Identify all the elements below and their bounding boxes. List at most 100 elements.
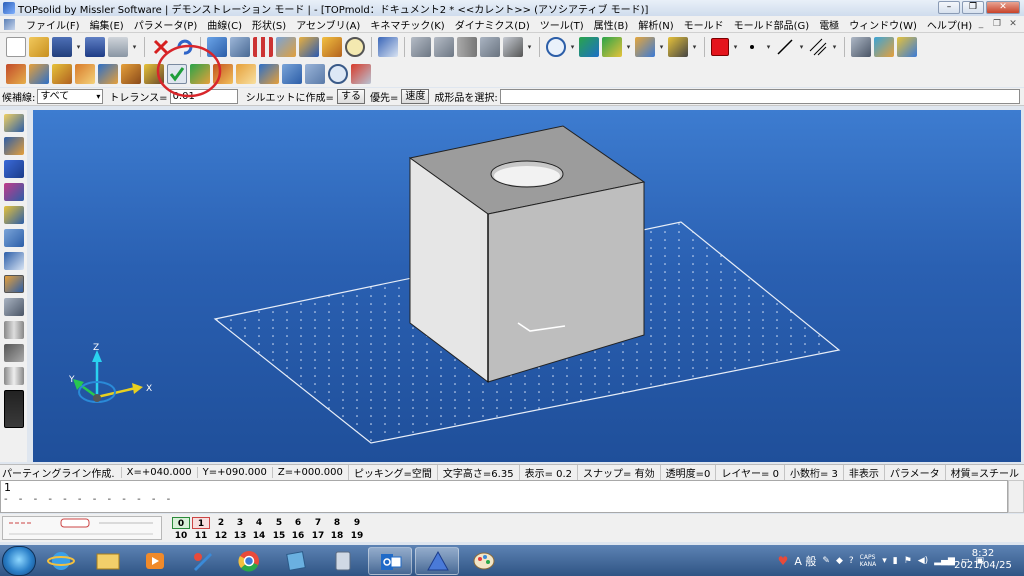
topsolid-taskbar-icon[interactable] [415, 546, 459, 575]
media-player-taskbar-icon[interactable] [133, 547, 177, 575]
parameter-icon[interactable] [253, 36, 273, 57]
clock[interactable]: 8:32 2021/04/25 [948, 548, 1018, 572]
minimize-button[interactable]: – [938, 1, 960, 14]
line-style-preview[interactable] [2, 516, 162, 540]
plate-icon[interactable] [3, 344, 24, 362]
trim-icon[interactable] [434, 36, 454, 57]
status-layer[interactable]: レイヤー= 0 [715, 465, 784, 480]
gear-icon[interactable] [3, 229, 24, 247]
doc-minimize-button[interactable]: _ [974, 18, 988, 30]
explorer-taskbar-icon[interactable] [86, 547, 130, 575]
graduate-icon[interactable] [851, 36, 871, 57]
menu-edit[interactable]: 編集(E) [85, 17, 129, 32]
calculator-taskbar-icon[interactable] [321, 547, 365, 575]
notebook-taskbar-icon[interactable] [274, 547, 318, 575]
electrode-icon[interactable] [3, 321, 24, 339]
drawing-icon[interactable] [3, 298, 24, 316]
extend-icon[interactable] [282, 63, 302, 84]
doc-restore-button[interactable]: ❐ [990, 18, 1004, 30]
solid-icon[interactable] [3, 160, 24, 178]
point-style-icon[interactable] [742, 37, 762, 57]
3d-viewport[interactable]: Z X Y [33, 110, 1021, 462]
layer-6[interactable]: 6 [289, 517, 307, 529]
layer-8[interactable]: 8 [328, 517, 346, 529]
doc-close-button[interactable]: ✕ [1006, 18, 1020, 30]
paint-tool-taskbar-icon[interactable] [180, 547, 224, 575]
hatch-dropdown-icon[interactable]: ▾ [831, 43, 838, 51]
status-parameter[interactable]: パラメータ [883, 465, 945, 480]
menu-curve[interactable]: 曲線(C) [202, 17, 247, 32]
shading-icon[interactable] [635, 36, 655, 57]
layer-13[interactable]: 13 [231, 530, 249, 542]
layer-2[interactable]: 2 [212, 517, 230, 529]
ime-tools-icon[interactable]: ✎ [822, 556, 830, 566]
zoom-icon[interactable] [546, 36, 566, 57]
layer-11[interactable]: 11 [192, 530, 210, 542]
ime-indicator[interactable]: A 般 [794, 553, 816, 569]
status-decimals[interactable]: 小数桁= 3 [783, 465, 843, 480]
info-icon[interactable] [85, 36, 105, 57]
save-dropdown-icon[interactable]: ▾ [75, 43, 82, 51]
hammer-icon[interactable] [276, 36, 296, 57]
silhouette-button[interactable]: する [336, 89, 365, 104]
menu-dynamics[interactable]: ダイナミクス(D) [450, 17, 535, 32]
pins-icon[interactable] [457, 36, 477, 57]
pencil-icon[interactable] [3, 114, 24, 132]
status-snap[interactable]: スナップ= 有効 [577, 465, 660, 480]
help-icon[interactable]: ? [849, 556, 854, 566]
surface-icon[interactable] [236, 63, 256, 84]
priority-button[interactable]: 速度 [401, 89, 430, 104]
status-display[interactable]: 表示= 0.2 [518, 465, 577, 480]
menu-kinematic[interactable]: キネマチック(K) [365, 17, 449, 32]
assembly-icon[interactable] [3, 252, 24, 270]
search-3d-icon[interactable] [230, 36, 250, 57]
menu-parameter[interactable]: パラメータ(P) [129, 17, 203, 32]
save-icon[interactable] [52, 36, 72, 57]
status-hidden[interactable]: 非表示 [842, 465, 884, 480]
layer-7[interactable]: 7 [309, 517, 327, 529]
screw-icon[interactable] [3, 367, 24, 385]
split-icon[interactable] [75, 63, 95, 84]
curve-tool-icon[interactable] [3, 137, 24, 155]
select-part-field[interactable] [499, 89, 1020, 104]
hook-icon[interactable] [480, 36, 500, 57]
layer-3[interactable]: 3 [231, 517, 249, 529]
surface-tool-icon[interactable] [3, 183, 24, 201]
magnet-icon[interactable] [299, 36, 319, 57]
layer-5[interactable]: 5 [270, 517, 288, 529]
zoom-dropdown-icon[interactable]: ▾ [569, 43, 576, 51]
shading-dropdown-icon[interactable]: ▾ [658, 43, 665, 51]
ie-taskbar-icon[interactable] [39, 547, 83, 575]
open-folder-icon[interactable] [29, 36, 49, 57]
layer-1[interactable]: 1 [192, 517, 210, 529]
layer-10[interactable]: 10 [172, 530, 190, 542]
start-button[interactable] [2, 545, 36, 576]
inspect-icon[interactable] [328, 63, 348, 84]
layer-17[interactable]: 17 [309, 530, 327, 542]
layer-12[interactable]: 12 [212, 530, 230, 542]
curve-icon[interactable] [411, 36, 431, 57]
document-icon[interactable] [4, 18, 15, 30]
light-icon[interactable] [668, 36, 688, 57]
menu-mold-parts[interactable]: モールド部品(G) [729, 17, 815, 32]
close-button[interactable]: ✕ [986, 1, 1020, 14]
layer-15[interactable]: 15 [270, 530, 288, 542]
exit-icon[interactable] [351, 63, 371, 84]
tools-icon[interactable] [322, 36, 342, 57]
command-area[interactable]: 1 - - - - - - - - - - - - [0, 480, 1008, 513]
core-icon[interactable] [98, 63, 118, 84]
restore-button[interactable]: ❐ [962, 1, 984, 14]
menu-file[interactable]: ファイル(F) [21, 17, 85, 32]
cavity-icon[interactable] [121, 63, 141, 84]
menu-attribute[interactable]: 属性(B) [589, 17, 634, 32]
volume-icon[interactable]: ◀) [918, 556, 928, 566]
patch-icon[interactable] [259, 63, 279, 84]
chrome-taskbar-icon[interactable] [227, 547, 271, 575]
measure-icon[interactable] [345, 36, 365, 57]
view-dropdown-icon[interactable]: ▾ [625, 43, 632, 51]
pin-icon[interactable] [3, 206, 24, 224]
color-dropdown-icon[interactable]: ▾ [732, 43, 739, 51]
menu-tools[interactable]: ツール(T) [535, 17, 589, 32]
status-transparency[interactable]: 透明度=0 [659, 465, 716, 480]
print-icon[interactable] [108, 36, 128, 57]
